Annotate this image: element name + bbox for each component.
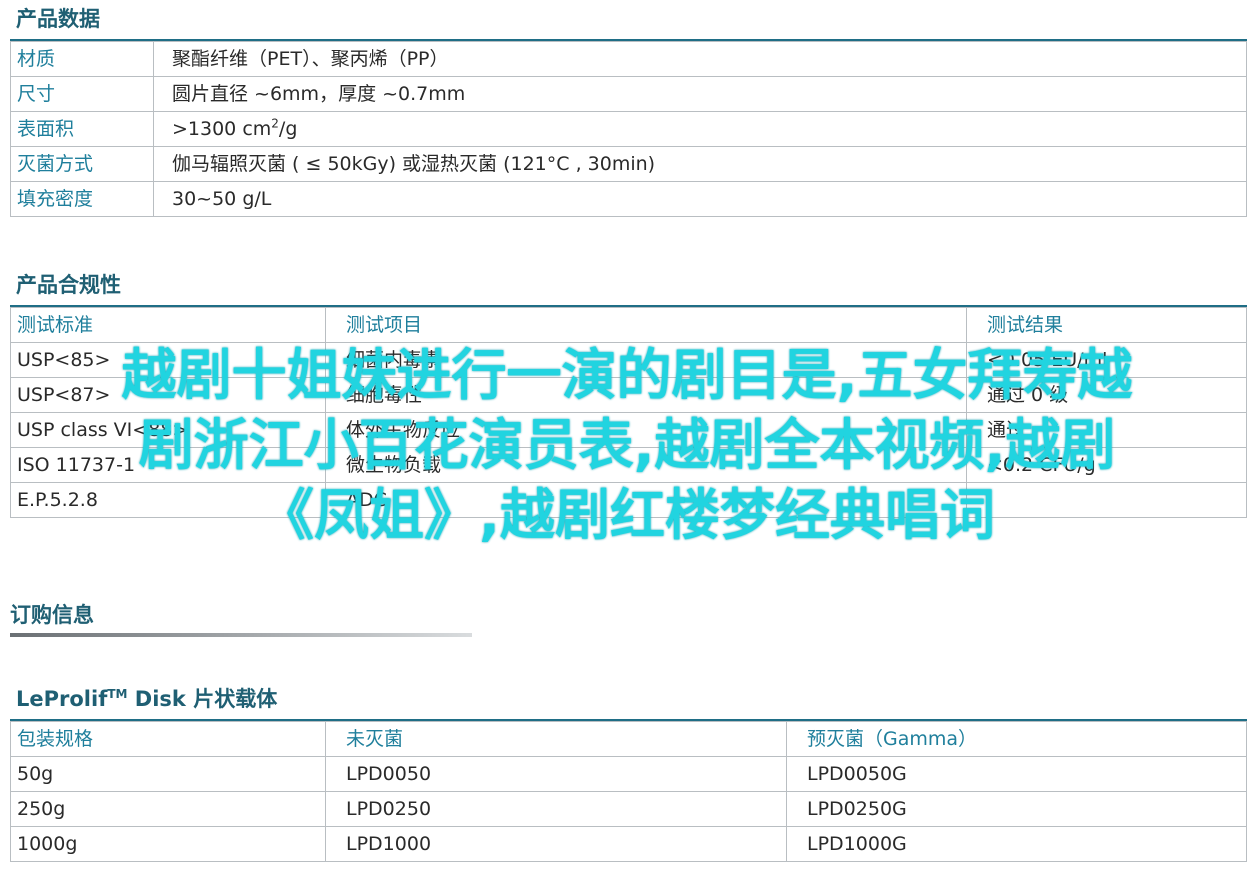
- cell-standard: USP<85>: [10, 342, 326, 378]
- surface-unit: /g: [278, 118, 298, 140]
- table-row: USP class VI<88> 体外生物反应 通过: [10, 412, 1247, 448]
- table-row: USP<87> 细胞毒性 通过 0 级: [10, 377, 1247, 413]
- disk-order-table: 包装规格 未灭菌 预灭菌（Gamma） 50g LPD0050 LPD0050G…: [10, 721, 1247, 862]
- cell-item: 细菌内毒素: [325, 342, 967, 378]
- table-row: USP<85> 细菌内毒素 <0.05 EU/ml: [10, 342, 1247, 378]
- cell-package: 250g: [10, 791, 326, 827]
- header-gamma: 预灭菌（Gamma）: [786, 721, 1247, 757]
- cell-result: [966, 482, 1247, 518]
- table-row: 50g LPD0050 LPD0050G: [10, 756, 1247, 792]
- disk-title-rest: Disk 片状载体: [127, 687, 278, 711]
- cell-result: 通过 0 级: [966, 377, 1247, 413]
- table-row: 表面积 >1300 cm2/g: [10, 111, 1247, 147]
- row-value: 圆片直径 ~6mm，厚度 ~0.7mm: [153, 76, 1247, 112]
- cell-package: 1000g: [10, 826, 326, 862]
- cell-package: 50g: [10, 756, 326, 792]
- table-row: 250g LPD0250 LPD0250G: [10, 791, 1247, 827]
- row-key: 表面积: [10, 111, 154, 147]
- cell-result: <0.2 CFU/g: [966, 447, 1247, 483]
- row-key: 尺寸: [10, 76, 154, 112]
- product-data-table: 材质 聚酯纤维（PET）、聚丙烯（PP） 尺寸 圆片直径 ~6mm，厚度 ~0.…: [10, 41, 1247, 217]
- cell-item: 体外生物反应: [325, 412, 967, 448]
- surface-superscript: 2: [271, 116, 279, 131]
- compliance-title: 产品合规性: [16, 273, 121, 297]
- row-value: >1300 cm2/g: [153, 111, 1247, 147]
- cell-item: 细胞毒性: [325, 377, 967, 413]
- disk-title-brand: LeProlif: [16, 687, 108, 711]
- table-row: 灭菌方式 伽马辐照灭菌 ( ≤ 50kGy) 或湿热灭菌 (121°C , 30…: [10, 146, 1247, 182]
- cell-standard: USP<87>: [10, 377, 326, 413]
- row-key: 灭菌方式: [10, 146, 154, 182]
- row-key: 填充密度: [10, 181, 154, 217]
- row-value: 伽马辐照灭菌 ( ≤ 50kGy) 或湿热灭菌 (121°C , 30min): [153, 146, 1247, 182]
- header-package: 包装规格: [10, 721, 326, 757]
- header-result: 测试结果: [966, 307, 1247, 343]
- cell-result: 通过: [966, 412, 1247, 448]
- cell-standard: E.P.5.2.8: [10, 482, 326, 518]
- order-info-title: 订购信息: [10, 603, 94, 627]
- cell-non-sterile: LPD0250: [325, 791, 787, 827]
- surface-value: >1300 cm: [172, 118, 272, 140]
- table-header-row: 测试标准 测试项目 测试结果: [10, 307, 1247, 343]
- table-row: 尺寸 圆片直径 ~6mm，厚度 ~0.7mm: [10, 76, 1247, 112]
- trademark-superscript: TM: [107, 687, 128, 701]
- table-row: E.P.5.2.8 ADC: [10, 482, 1247, 518]
- table-header-row: 包装规格 未灭菌 预灭菌（Gamma）: [10, 721, 1247, 757]
- table-row: 材质 聚酯纤维（PET）、聚丙烯（PP）: [10, 41, 1247, 77]
- row-value: 聚酯纤维（PET）、聚丙烯（PP）: [153, 41, 1247, 77]
- header-item: 测试项目: [325, 307, 967, 343]
- header-non-sterile: 未灭菌: [325, 721, 787, 757]
- cell-non-sterile: LPD1000: [325, 826, 787, 862]
- table-row: 填充密度 30~50 g/L: [10, 181, 1247, 217]
- compliance-table: 测试标准 测试项目 测试结果 USP<85> 细菌内毒素 <0.05 EU/ml…: [10, 307, 1247, 518]
- cell-standard: ISO 11737-1: [10, 447, 326, 483]
- cell-item: ADC: [325, 482, 967, 518]
- header-standard: 测试标准: [10, 307, 326, 343]
- cell-gamma: LPD1000G: [786, 826, 1247, 862]
- cell-gamma: LPD0050G: [786, 756, 1247, 792]
- cell-standard: USP class VI<88>: [10, 412, 326, 448]
- row-key: 材质: [10, 41, 154, 77]
- product-data-title: 产品数据: [16, 7, 100, 31]
- cell-result: <0.05 EU/ml: [966, 342, 1247, 378]
- cell-item: 微生物负载: [325, 447, 967, 483]
- table-row: ISO 11737-1 微生物负载 <0.2 CFU/g: [10, 447, 1247, 483]
- cell-gamma: LPD0250G: [786, 791, 1247, 827]
- disk-table-title: LeProlifTM Disk 片状载体: [16, 686, 277, 712]
- cell-non-sterile: LPD0050: [325, 756, 787, 792]
- row-value: 30~50 g/L: [153, 181, 1247, 217]
- order-info-rule: [10, 633, 472, 637]
- table-row: 1000g LPD1000 LPD1000G: [10, 826, 1247, 862]
